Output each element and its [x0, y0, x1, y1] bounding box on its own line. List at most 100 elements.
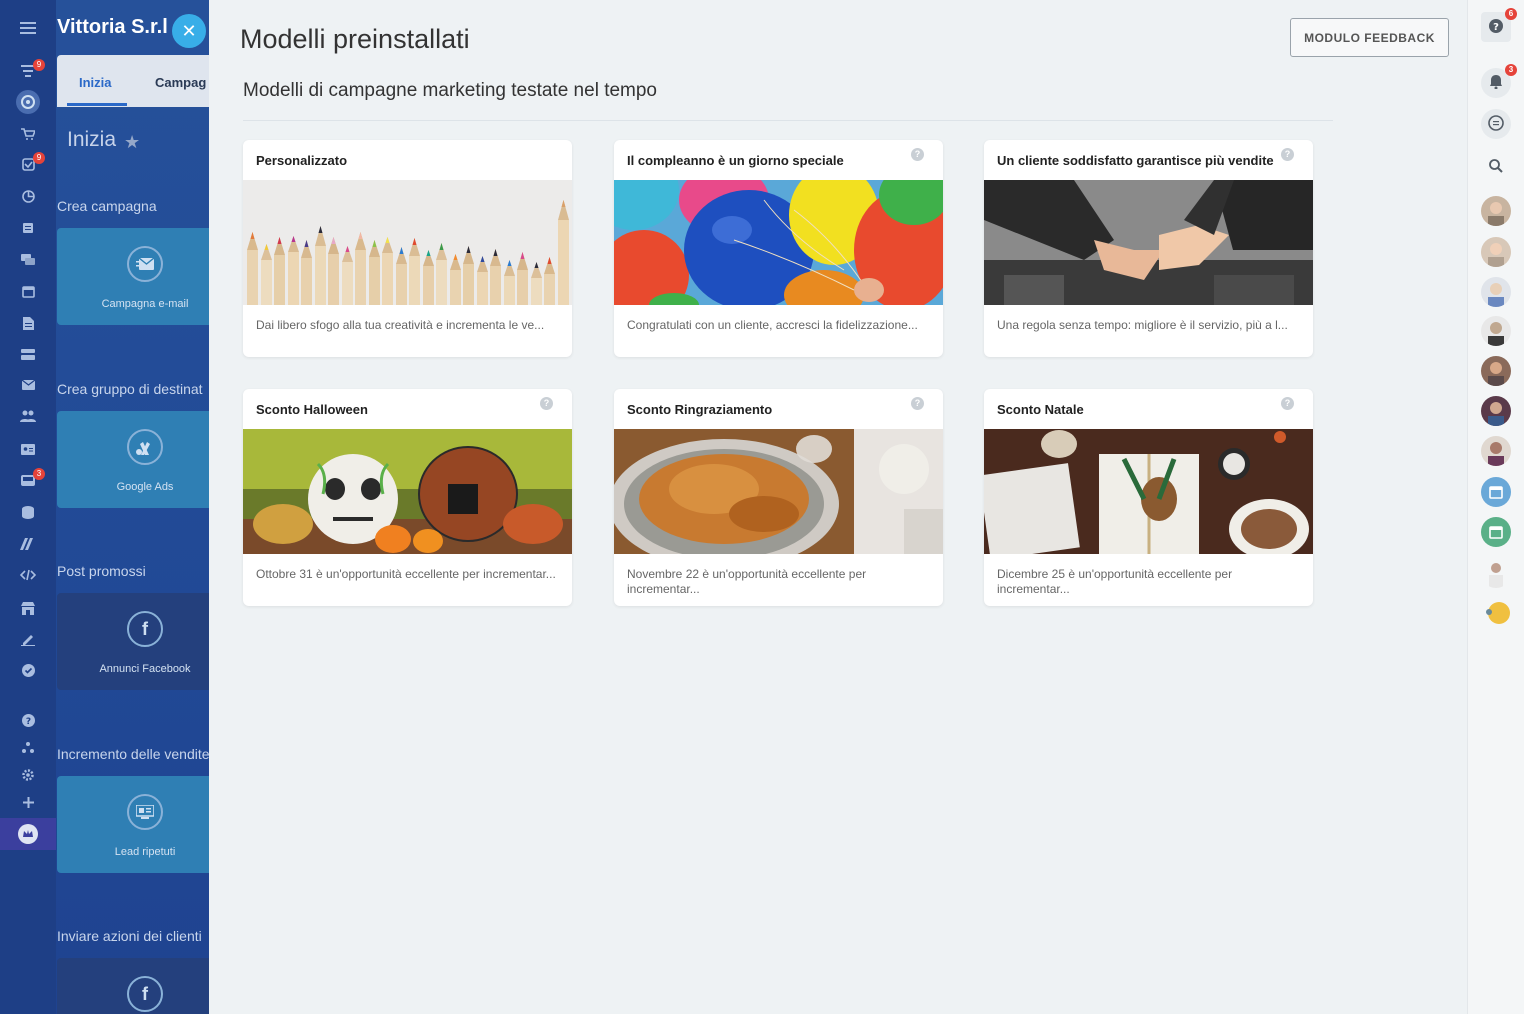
avatar[interactable] [1481, 396, 1511, 426]
avatar[interactable] [1481, 316, 1511, 346]
google-ads-icon [127, 429, 163, 465]
help-button[interactable]: ? 6 [1481, 8, 1517, 42]
template-card-personalizzato[interactable]: Personalizzato Dai libero sfogo alla tua… [243, 140, 572, 357]
template-card-cliente-soddisfatto[interactable]: Un cliente soddisfatto garantisce più ve… [984, 140, 1313, 357]
calendar-icon[interactable] [0, 277, 56, 305]
right-sidebar: ? 6 3 [1467, 0, 1524, 1014]
handshake-image [984, 180, 1313, 305]
balloons-image [614, 180, 943, 305]
bell-icon [1490, 74, 1502, 92]
tile-repeat-leads[interactable]: Lead ripetuti [57, 776, 209, 873]
target-icon[interactable] [0, 88, 56, 116]
menu-icon[interactable] [0, 14, 56, 42]
page-subtitle: Modelli di campagne marketing testate ne… [243, 80, 658, 101]
template-card-ringraziamento[interactable]: Sconto Ringraziamento ? Novembre 22 è un… [614, 389, 943, 606]
store-icon[interactable] [0, 594, 56, 622]
left-nav-rail: 9 9 3 ? [0, 0, 56, 1014]
tab-inizia[interactable]: Inizia [79, 75, 112, 90]
tile-label: Google Ads [116, 481, 174, 493]
section-label-crea-campagna: Crea campagna [57, 198, 157, 214]
help-icon[interactable]: ? [911, 148, 924, 161]
panel-tabs: Inizia Campag [57, 55, 209, 107]
card-description: Dicembre 25 è un'opportunità eccellente … [997, 567, 1233, 596]
card-title: Sconto Natale [997, 402, 1084, 417]
contact-card-icon[interactable] [0, 435, 56, 463]
file-icon[interactable] [0, 309, 56, 337]
org-chart-icon[interactable] [0, 733, 56, 761]
active-tab-underline [67, 103, 127, 106]
help-icon[interactable]: ? [540, 397, 553, 410]
chat-bubble-icon [1488, 114, 1504, 134]
notifications-button[interactable]: 3 [1481, 64, 1517, 98]
template-card-halloween[interactable]: Sconto Halloween ? Ottobre 31 è un'oppor… [243, 389, 572, 606]
calendar-chat-icon[interactable] [1481, 517, 1511, 547]
tasks-icon[interactable]: 9 [0, 150, 56, 178]
sign-icon[interactable] [0, 625, 56, 653]
tile-email-campaign[interactable]: Campagna e-mail [57, 228, 209, 325]
svg-text:?: ? [25, 717, 30, 727]
avatar[interactable] [1481, 237, 1511, 267]
section-label-azioni-clienti: Inviare azioni dei clienti [57, 928, 202, 944]
card-title: Personalizzato [256, 153, 348, 168]
plus-icon[interactable] [0, 788, 56, 816]
section-label-post-promossi: Post promossi [57, 563, 146, 579]
tasks-badge: 9 [33, 152, 45, 164]
template-card-natale[interactable]: Sconto Natale ? Dicembre 25 è un'opportu… [984, 389, 1313, 606]
filter-icon[interactable]: 9 [0, 57, 56, 85]
email-icon [127, 246, 163, 282]
calendar-chat-icon[interactable] [1481, 477, 1511, 507]
tile-label: Annunci Facebook [99, 663, 191, 675]
template-card-compleanno[interactable]: Il compleanno è un giorno speciale ? Con… [614, 140, 943, 357]
tile-google-ads[interactable]: Google Ads [57, 411, 209, 508]
chat-icon[interactable] [0, 246, 56, 274]
filter-badge: 9 [33, 59, 45, 71]
notifications-badge: 3 [1505, 64, 1517, 76]
database-icon[interactable] [0, 498, 56, 526]
users-icon[interactable] [0, 402, 56, 430]
marketing-side-panel: Vittoria S.r.l ✕ Inizia Campag Inizia ★ … [56, 0, 209, 1014]
inbox-icon[interactable]: 3 [0, 466, 56, 494]
avatar[interactable] [1481, 436, 1511, 466]
close-panel-button[interactable]: ✕ [172, 14, 206, 48]
check-circle-icon[interactable] [0, 656, 56, 684]
cart-icon[interactable] [0, 120, 56, 148]
search-button[interactable] [1481, 152, 1511, 182]
card-description: Novembre 22 è un'opportunità eccellente … [627, 567, 867, 596]
tile-label: Campagna e-mail [101, 298, 189, 310]
inbox-badge: 3 [33, 468, 45, 480]
card-title: Sconto Halloween [256, 402, 368, 417]
star-icon[interactable]: ★ [124, 132, 140, 153]
card-title: Il compleanno è un giorno speciale [627, 153, 844, 168]
brand-icon[interactable] [0, 530, 56, 558]
card-description: Una regola senza tempo: migliore è il se… [997, 318, 1288, 332]
company-name: Vittoria S.r.l [57, 16, 168, 38]
document-icon[interactable] [0, 214, 56, 242]
help-icon[interactable]: ? [0, 706, 56, 734]
code-icon[interactable] [0, 561, 56, 589]
tab-campagne[interactable]: Campag [155, 75, 206, 90]
help-badge: 6 [1505, 8, 1517, 20]
crown-icon[interactable] [0, 820, 56, 848]
avatar[interactable] [1481, 196, 1511, 226]
feedback-form-button[interactable]: MODULO FEEDBACK [1290, 18, 1449, 57]
tile-label: Lead ripetuti [114, 846, 176, 858]
avatar[interactable] [1481, 558, 1511, 588]
close-icon: ✕ [181, 20, 197, 41]
tile-facebook-ads[interactable]: f Annunci Facebook [57, 593, 209, 690]
messages-button[interactable] [1481, 109, 1511, 139]
avatar[interactable] [1481, 277, 1511, 307]
avatar[interactable] [1481, 356, 1511, 386]
tile-customer-actions[interactable]: f [57, 958, 209, 1014]
mail-icon[interactable] [0, 371, 56, 399]
help-icon[interactable]: ? [911, 397, 924, 410]
drive-icon[interactable] [0, 340, 56, 368]
help-icon[interactable]: ? [1281, 397, 1294, 410]
pumpkins-image [243, 429, 572, 554]
chart-icon[interactable] [0, 182, 56, 210]
divider [243, 120, 1333, 121]
main-content: Modelli preinstallati MODULO FEEDBACK Mo… [209, 0, 1467, 1014]
avatar[interactable] [1481, 598, 1511, 628]
search-icon [1489, 158, 1503, 176]
settings-icon[interactable] [0, 761, 56, 789]
help-icon[interactable]: ? [1281, 148, 1294, 161]
